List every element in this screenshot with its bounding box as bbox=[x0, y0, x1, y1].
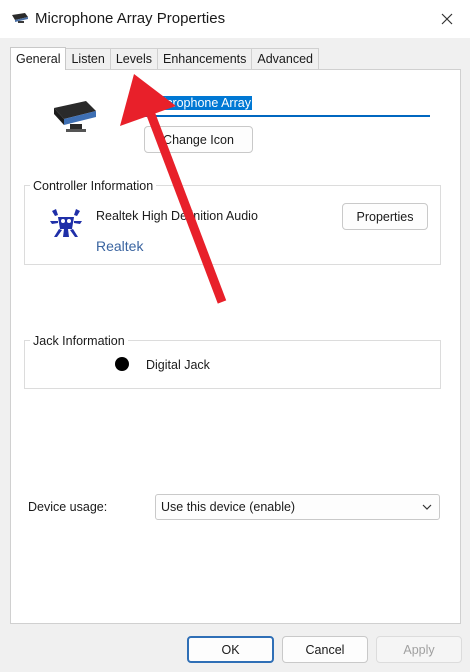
controller-properties-button[interactable]: Properties bbox=[342, 203, 428, 230]
jack-color-indicator bbox=[115, 357, 129, 371]
jack-type-text: Digital Jack bbox=[146, 358, 210, 372]
microphone-array-icon bbox=[12, 13, 28, 23]
controller-vendor-link[interactable]: Realtek bbox=[96, 238, 143, 254]
cancel-button[interactable]: Cancel bbox=[282, 636, 368, 663]
close-button[interactable] bbox=[434, 6, 460, 32]
tab-listen[interactable]: Listen bbox=[65, 48, 111, 70]
tab-advanced[interactable]: Advanced bbox=[251, 48, 319, 70]
jack-information-label: Jack Information bbox=[30, 334, 128, 348]
tab-levels[interactable]: Levels bbox=[109, 48, 158, 70]
controller-driver-name: Realtek High Definition Audio bbox=[96, 209, 258, 223]
device-usage-dropdown[interactable]: Use this device (enable) bbox=[155, 494, 440, 520]
device-usage-label: Device usage: bbox=[28, 500, 108, 514]
apply-button[interactable]: Apply bbox=[376, 636, 462, 663]
ok-button[interactable]: OK bbox=[187, 636, 274, 663]
device-name-value: Microphone Array bbox=[152, 96, 252, 110]
chevron-down-icon bbox=[422, 504, 432, 510]
window-title: Microphone Array Properties bbox=[35, 10, 226, 27]
change-icon-button[interactable]: Change Icon bbox=[144, 126, 253, 153]
tab-enhancements[interactable]: Enhancements bbox=[156, 48, 253, 70]
device-name-field[interactable]: Microphone Array bbox=[144, 93, 430, 117]
realtek-crab-icon bbox=[50, 209, 82, 237]
tab-general[interactable]: General bbox=[10, 47, 67, 70]
controller-information-label: Controller Information bbox=[30, 179, 157, 193]
title-bar: Microphone Array Properties bbox=[0, 0, 470, 38]
microphone-array-icon bbox=[54, 101, 96, 132]
close-icon bbox=[441, 13, 453, 25]
device-usage-selected-value: Use this device (enable) bbox=[161, 500, 296, 514]
tab-strip: General Listen Levels Enhancements Advan… bbox=[10, 47, 319, 70]
